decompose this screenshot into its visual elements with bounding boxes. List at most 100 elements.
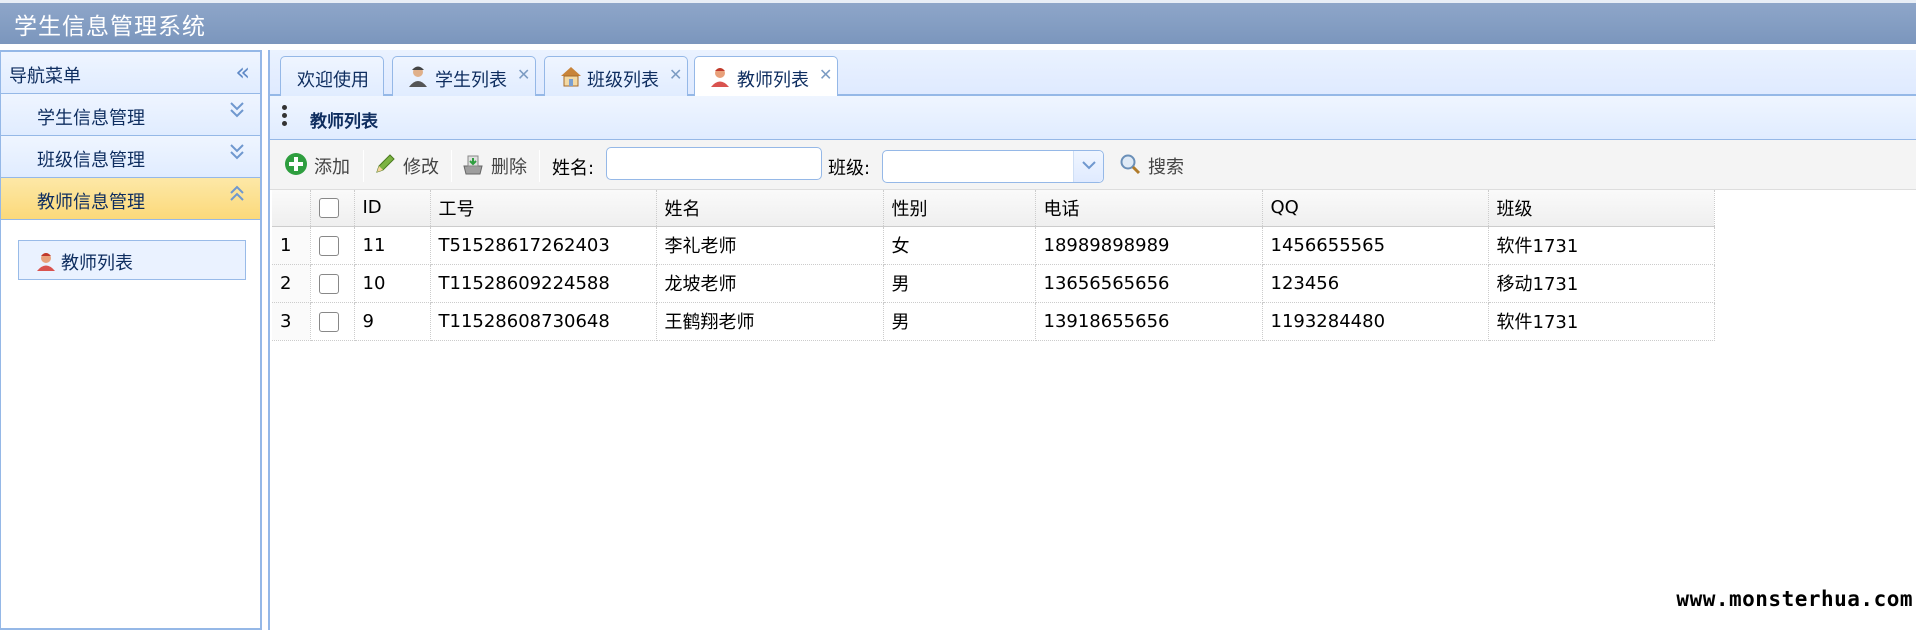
table-row[interactable]: 1 11 T51528617262403 李礼老师 女 18989898989 … [272,226,1715,265]
add-label: 添加 [314,157,350,178]
nav-group-class[interactable]: 班级信息管理 [1,136,260,178]
close-tab-icon[interactable]: ✕ [517,65,530,84]
class-filter-label: 班级: [828,158,871,179]
collapse-icon[interactable] [228,184,246,209]
tab-label: 欢迎使用 [297,70,369,91]
row-select-cell [310,264,355,303]
plus-icon [284,152,308,181]
cell-sex: 男 [883,264,1036,303]
name-filter-input[interactable] [606,147,822,180]
row-number: 3 [272,302,311,341]
cell-sex: 女 [883,226,1036,265]
teacher-table: ID 工号 姓名 性别 电话 QQ 班级 1 11 T5152861726240… [272,190,1715,341]
cell-qq: 1193284480 [1262,302,1489,341]
cell-class: 软件1731 [1488,226,1715,265]
table-row[interactable]: 3 9 T11528608730648 王鹤翔老师 男 13918655656 … [272,302,1715,341]
expand-icon[interactable] [228,100,246,125]
cell-name: 龙坡老师 [656,264,884,303]
column-header[interactable]: 班级 [1488,190,1715,227]
edit-button[interactable]: 修改 [373,148,445,180]
trash-icon [461,152,485,181]
tab-label: 教师列表 [737,70,809,91]
watermark: www.monsterhua.com [1676,587,1913,611]
cell-phone: 13918655656 [1035,302,1263,341]
search-label: 搜索 [1148,157,1184,178]
rownum-header [272,190,311,227]
cell-class: 移动1731 [1488,264,1715,303]
expand-icon[interactable] [228,142,246,167]
select-all-checkbox[interactable] [318,198,339,219]
sidebar-item-teacher-list[interactable]: 教师列表 [18,240,246,280]
house-icon [559,64,583,93]
column-header[interactable]: ID [354,190,431,227]
chevron-down-icon[interactable] [1073,151,1103,182]
nav-group-label: 学生信息管理 [37,108,145,129]
search-icon [1118,152,1142,181]
nav-group-label: 教师信息管理 [37,192,145,213]
select-all-cell [310,190,355,227]
cell-sn: T11528609224588 [430,264,657,303]
nav-header: 导航菜单 « [1,52,260,94]
row-select-cell [310,226,355,265]
tab-class-list[interactable]: 班级列表 ✕ [544,56,688,97]
cell-id: 11 [354,226,431,265]
table-header-row: ID 工号 姓名 性别 电话 QQ 班级 [272,190,1715,227]
nav-group-label: 班级信息管理 [37,150,145,171]
cell-id: 9 [354,302,431,341]
cell-qq: 123456 [1262,264,1489,303]
tab-label: 班级列表 [587,70,659,91]
table-row[interactable]: 2 10 T11528609224588 龙坡老师 男 13656565656 … [272,264,1715,303]
add-button[interactable]: 添加 [284,148,356,180]
pencil-icon [373,152,397,181]
row-checkbox[interactable] [318,235,339,256]
search-button[interactable]: 搜索 [1118,148,1198,180]
more-icon [282,105,288,129]
nav-header-label: 导航菜单 [9,66,81,87]
student-icon [407,64,429,93]
cell-sn: T11528608730648 [430,302,657,341]
close-tab-icon[interactable]: ✕ [819,65,832,84]
row-number: 1 [272,226,311,265]
panel-header: 教师列表 [270,96,1916,140]
toolbar-divider [363,150,364,182]
column-header[interactable]: 性别 [883,190,1036,227]
cell-sex: 男 [883,302,1036,341]
row-checkbox[interactable] [318,311,339,332]
collapse-sidebar-icon[interactable]: « [235,58,250,86]
cell-phone: 13656565656 [1035,264,1263,303]
row-checkbox[interactable] [318,273,339,294]
row-number: 2 [272,264,311,303]
delete-label: 删除 [491,157,527,178]
cell-qq: 1456655565 [1262,226,1489,265]
delete-button[interactable]: 删除 [461,148,533,180]
nav-group-teacher[interactable]: 教师信息管理 [1,178,260,220]
panel-title: 教师列表 [310,112,378,132]
edit-label: 修改 [403,157,439,178]
tab-label: 学生列表 [435,70,507,91]
class-filter-select[interactable] [882,150,1104,183]
toolbar-divider [451,150,452,182]
row-select-cell [310,302,355,341]
app-titlebar: 学生信息管理系统 [0,0,1916,44]
tab-teacher-list[interactable]: 教师列表 ✕ [694,56,838,98]
cell-name: 王鹤翔老师 [656,302,884,341]
tab-student-list[interactable]: 学生列表 ✕ [392,56,536,97]
cell-class: 软件1731 [1488,302,1715,341]
cell-id: 10 [354,264,431,303]
sidebar: 导航菜单 « 学生信息管理 班级信息管理 教师信息管理 教师列表 [0,50,262,630]
teacher-icon [709,64,731,93]
column-header[interactable]: 工号 [430,190,657,227]
toolbar: 添加 修改 删除 姓名: 班级: 搜索 [270,140,1916,190]
cell-phone: 18989898989 [1035,226,1263,265]
column-header[interactable]: 电话 [1035,190,1263,227]
nav-group-student[interactable]: 学生信息管理 [1,94,260,136]
cell-name: 李礼老师 [656,226,884,265]
cell-sn: T51528617262403 [430,226,657,265]
tab-welcome[interactable]: 欢迎使用 [280,56,384,97]
column-header[interactable]: 姓名 [656,190,884,227]
toolbar-divider [539,150,540,182]
tab-bar: 欢迎使用 学生列表 ✕ 班级列表 ✕ 教师列表 ✕ [270,50,1916,98]
column-header[interactable]: QQ [1262,190,1489,227]
main-area: 欢迎使用 学生列表 ✕ 班级列表 ✕ 教师列表 ✕ 教师列表 添加 修改 删除 … [268,50,1916,630]
close-tab-icon[interactable]: ✕ [669,65,682,84]
